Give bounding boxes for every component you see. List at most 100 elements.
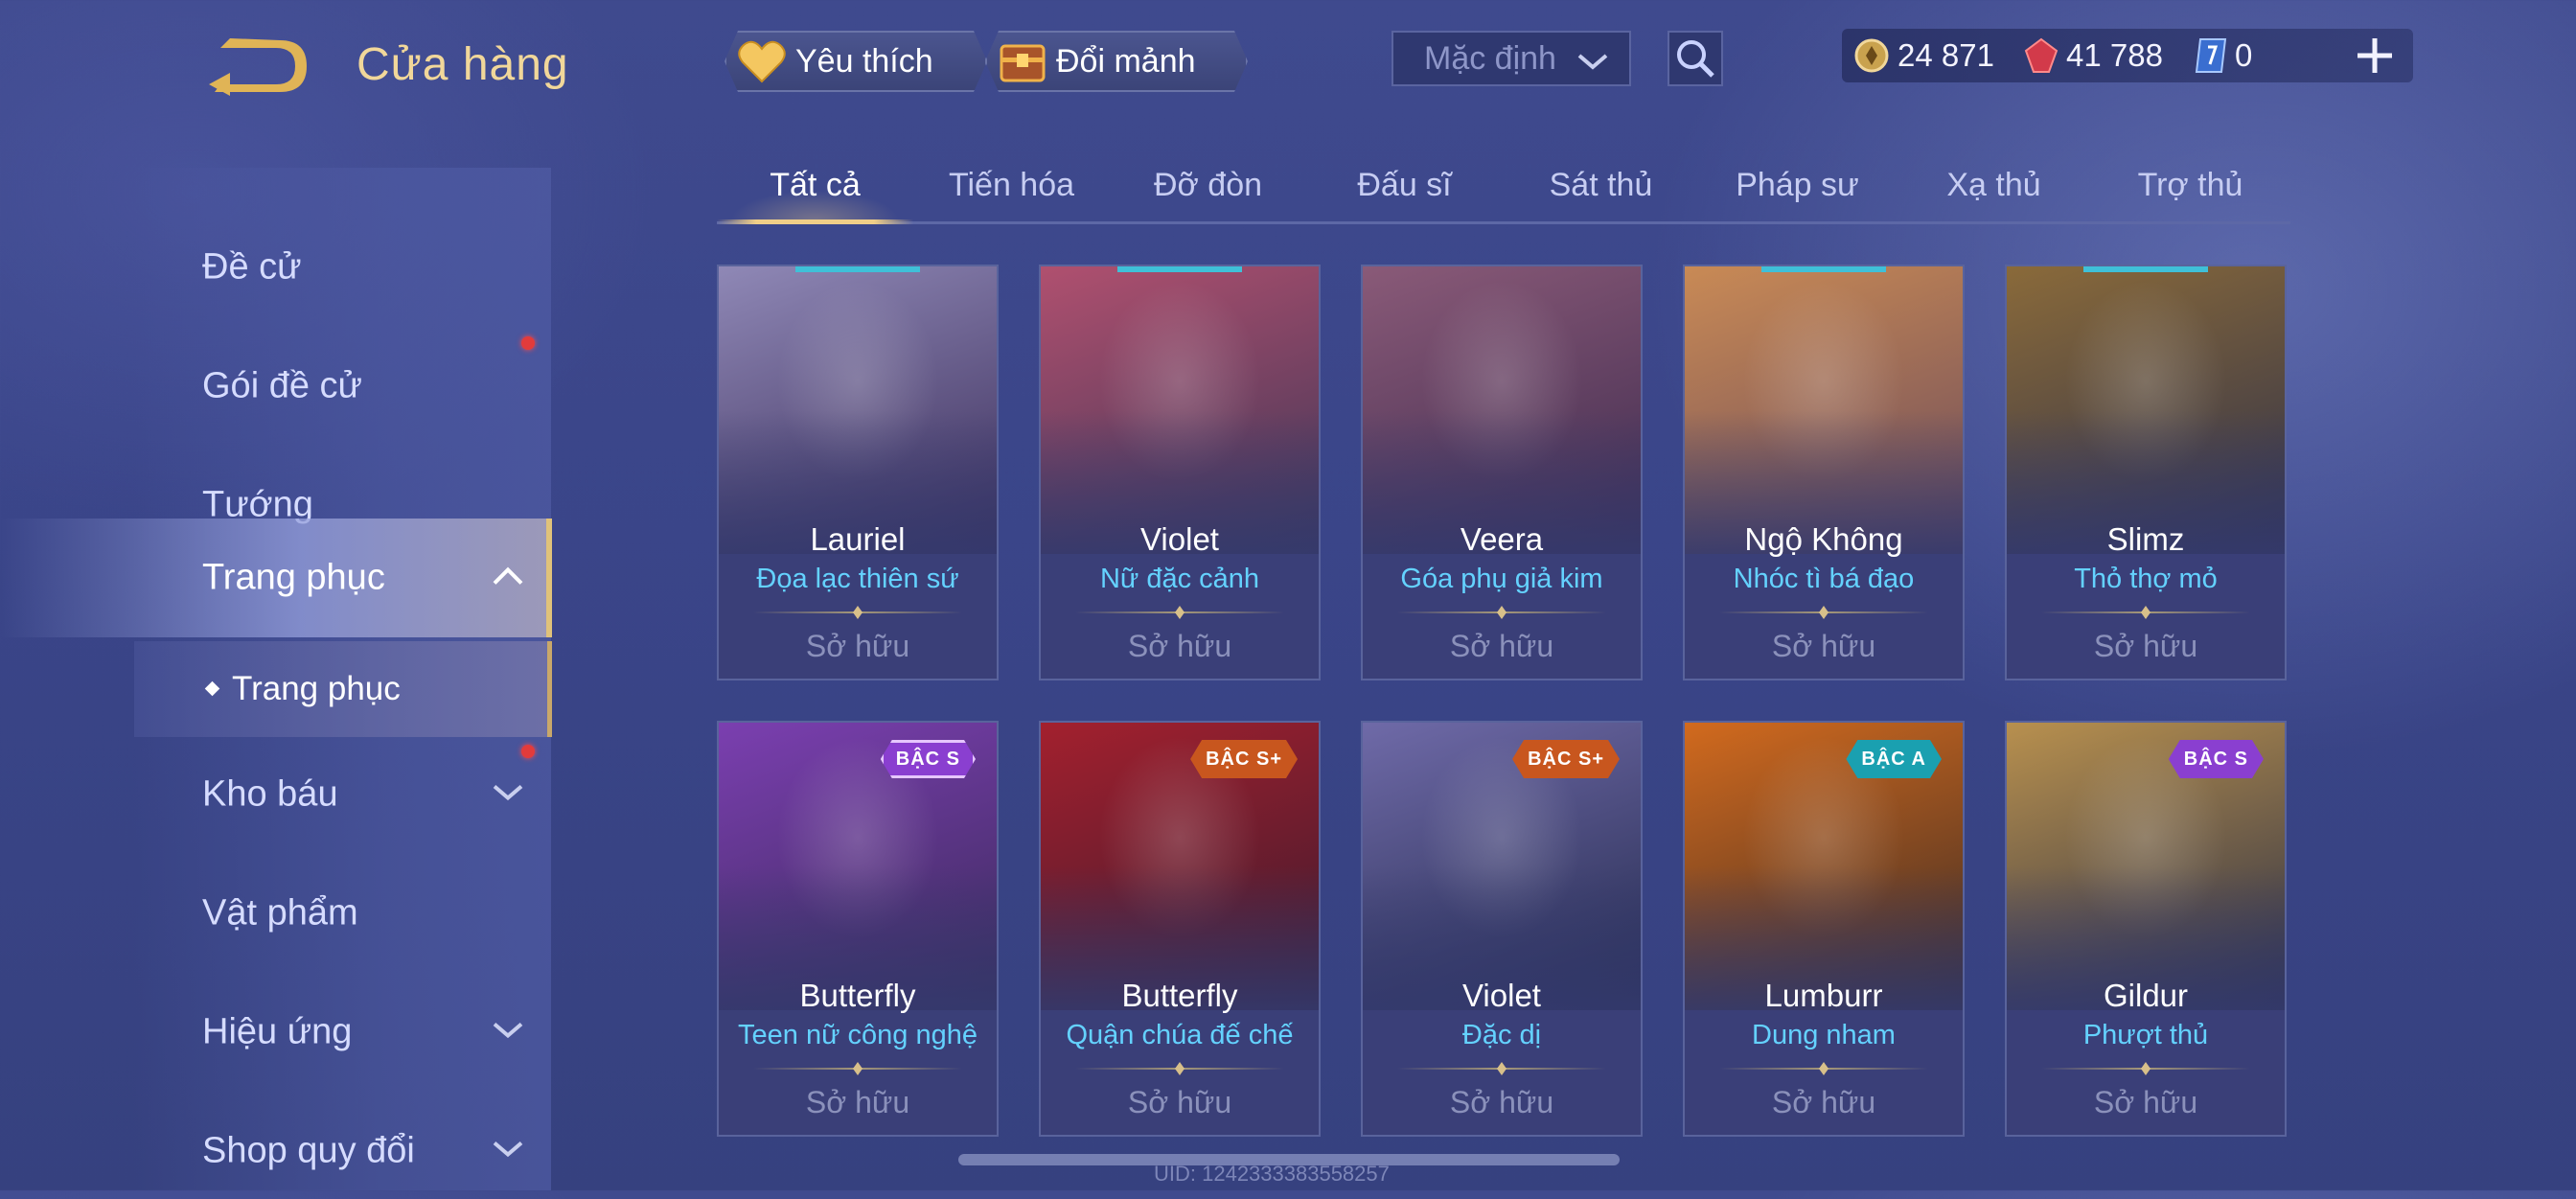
gem-balance: 41 788: [2024, 29, 2163, 82]
sort-value: Mặc định: [1424, 39, 1556, 77]
sidebar-item-treasure[interactable]: Kho báu: [0, 745, 552, 842]
tier-badge: BẬC S+: [1512, 740, 1620, 778]
sort-dropdown[interactable]: Mặc định: [1392, 31, 1631, 86]
card-top-trim: [1117, 266, 1242, 272]
sidebar-subitem-skins[interactable]: Trang phục: [134, 641, 552, 737]
ownership-status: Sở hữu: [2093, 1085, 2198, 1119]
hero-name: Butterfly: [1121, 978, 1238, 1013]
skin-name: Teen nữ công nghệ: [738, 1020, 978, 1050]
chevron-down-icon: [491, 1019, 525, 1047]
sidebar-item-label: Vật phẩm: [202, 892, 358, 934]
tab-marksman[interactable]: Xạ thủ: [1896, 158, 2092, 221]
favorite-button[interactable]: Yêu thích: [724, 31, 987, 92]
ownership-status: Sở hữu: [1449, 629, 1554, 663]
skin-grid: Lauriel Đọa lạc thiên sứ Sở hữu Violet N…: [717, 265, 2290, 1190]
skin-name: Nữ đặc cảnh: [1099, 564, 1260, 594]
diamond-bullet-icon: [204, 680, 220, 697]
tier-badge: BẬC S: [881, 740, 976, 778]
tab-evolution[interactable]: Tiến hóa: [913, 158, 1110, 221]
hero-name: Gildur: [2103, 978, 2189, 1013]
tab-tank[interactable]: Đỡ đòn: [1110, 158, 1306, 221]
role-tabs: Tất cả Tiến hóa Đỡ đòn Đấu sĩ Sát thủ Ph…: [717, 158, 2290, 225]
skin-card[interactable]: Ngộ Không Nhóc tì bá đạo Sở hữu: [1683, 265, 1965, 680]
tab-all[interactable]: Tất cả: [717, 158, 913, 224]
ownership-status: Sở hữu: [1127, 629, 1232, 663]
plus-icon: [2358, 38, 2392, 73]
sidebar-item-effects[interactable]: Hiệu ứng: [0, 984, 552, 1080]
tab-assassin[interactable]: Sát thủ: [1503, 158, 1699, 221]
sidebar-item-items[interactable]: Vật phẩm: [0, 865, 552, 961]
sidebar-item-label: Kho báu: [202, 773, 338, 815]
skin-card[interactable]: Slimz Thỏ thợ mỏ Sở hữu: [2005, 265, 2287, 680]
hero-name: Violet: [1140, 521, 1219, 557]
sidebar-item-skins[interactable]: Trang phục: [0, 519, 552, 637]
tab-support[interactable]: Trợ thủ: [2092, 158, 2288, 221]
tab-mage[interactable]: Pháp sư: [1699, 158, 1896, 221]
card-top-trim: [1761, 266, 1886, 272]
skin-card[interactable]: Veera Góa phụ giả kim Sở hữu: [1361, 265, 1643, 680]
skin-card[interactable]: BẬC S Gildur Phượt thủ Sở hữu: [2005, 721, 2287, 1137]
shard-label: Đổi mảnh: [1056, 42, 1196, 80]
sidebar-item-label: Trang phục: [202, 557, 385, 598]
sidebar-item-label: Gói đề cử: [202, 365, 362, 406]
ticket-balance: 0: [2195, 29, 2252, 82]
hero-name: Lauriel: [810, 521, 906, 557]
ownership-status: Sở hữu: [1127, 1085, 1232, 1119]
ticket-amount: 0: [2235, 37, 2253, 73]
tier-badge: BẬC S+: [1190, 740, 1298, 778]
card-top-trim: [795, 266, 920, 272]
skin-card[interactable]: Violet Nữ đặc cảnh Sở hữu: [1039, 265, 1321, 680]
skin-name: Dung nham: [1752, 1020, 1896, 1050]
skin-card[interactable]: BẬC S Butterfly Teen nữ công nghệ Sở hữu: [717, 721, 999, 1137]
hero-name: Butterfly: [799, 978, 916, 1013]
hero-name: Violet: [1462, 978, 1541, 1013]
skin-name: Đọa lạc thiên sứ: [756, 564, 959, 594]
ownership-status: Sở hữu: [1449, 1085, 1554, 1119]
skin-name: Nhóc tì bá đạo: [1733, 564, 1915, 594]
ownership-status: Sở hữu: [1771, 1085, 1876, 1119]
sidebar-subitem-label: Trang phục: [232, 670, 401, 707]
ownership-status: Sở hữu: [805, 629, 910, 663]
sidebar: Đề cử Gói đề cử Tướng Trang phục Trang p…: [0, 168, 556, 1190]
notification-dot: [521, 745, 535, 758]
tier-badge: BẬC A: [1846, 740, 1942, 778]
skin-card[interactable]: BẬC S+ Butterfly Quận chúa đế chế Sở hữu: [1039, 721, 1321, 1137]
skin-name: Quận chúa đế chế: [1066, 1020, 1294, 1050]
ownership-status: Sở hữu: [2093, 629, 2198, 663]
treasure-chest-icon: [997, 35, 1048, 87]
tab-fighter[interactable]: Đấu sĩ: [1306, 158, 1503, 221]
heart-icon: [736, 35, 788, 87]
search-icon: [1677, 40, 1714, 78]
chevron-down-icon: [491, 781, 525, 809]
add-currency-button[interactable]: [2350, 31, 2400, 81]
skin-name: Thỏ thợ mỏ: [2074, 564, 2218, 594]
sidebar-item-label: Shop quy đổi: [202, 1130, 415, 1171]
gold-amount: 24 871: [1898, 37, 1994, 73]
card-top-trim: [2083, 266, 2208, 272]
hero-name: Ngộ Không: [1744, 521, 1903, 557]
currency-bar: 24 871 41 788 0: [1842, 29, 2413, 82]
ownership-status: Sở hữu: [805, 1085, 910, 1119]
shard-exchange-button[interactable]: Đổi mảnh: [985, 31, 1248, 92]
skin-name: Đặc dị: [1461, 1020, 1542, 1050]
skin-card[interactable]: BẬC A Lumburr Dung nham Sở hữu: [1683, 721, 1965, 1137]
skin-card[interactable]: BẬC S+ Violet Đặc dị Sở hữu: [1361, 721, 1643, 1137]
search-button[interactable]: [1668, 31, 1723, 86]
sidebar-item-recommended-bundles[interactable]: Gói đề cử: [0, 336, 552, 434]
red-gem-icon: [2024, 37, 2058, 73]
sidebar-item-label: Đề cử: [202, 246, 302, 288]
back-arrow-icon: [209, 38, 307, 96]
sidebar-item-exchange-shop[interactable]: Shop quy đổi: [0, 1103, 552, 1199]
ownership-status: Sở hữu: [1771, 629, 1876, 663]
skin-name: Góa phụ giả kim: [1400, 564, 1603, 594]
page-title: Cửa hàng: [356, 39, 569, 90]
gem-amount: 41 788: [2066, 37, 2163, 73]
back-button[interactable]: [201, 33, 311, 100]
gold-coin-icon: [1854, 38, 1889, 73]
blue-ticket-icon: [2195, 38, 2227, 73]
notification-dot: [521, 336, 535, 350]
skin-card[interactable]: Lauriel Đọa lạc thiên sứ Sở hữu: [717, 265, 999, 680]
skin-name: Phượt thủ: [2082, 1020, 2209, 1050]
hero-name: Veera: [1460, 521, 1544, 557]
sidebar-item-recommended[interactable]: Đề cử: [0, 219, 552, 315]
